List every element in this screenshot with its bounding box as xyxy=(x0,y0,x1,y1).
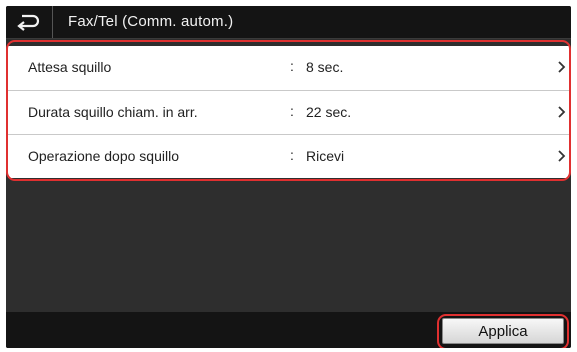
chevron-right-icon xyxy=(558,61,566,73)
device-screen: Fax/Tel (Comm. autom.) Attesa squillo : … xyxy=(6,6,571,348)
setting-separator: : xyxy=(290,147,294,163)
setting-row-incoming-ring-duration[interactable]: Durata squillo chiam. in arr. : 22 sec. xyxy=(8,90,569,134)
chevron-right-icon xyxy=(558,106,566,118)
setting-label: Durata squillo chiam. in arr. xyxy=(28,104,198,120)
setting-value: 22 sec. xyxy=(306,104,352,120)
setting-separator: : xyxy=(290,103,294,119)
setting-label: Attesa squillo xyxy=(28,59,112,75)
apply-button[interactable]: Applica xyxy=(442,318,564,344)
setting-separator: : xyxy=(290,58,294,74)
setting-value: 8 sec. xyxy=(306,59,344,75)
setting-label: Operazione dopo squillo xyxy=(28,148,179,164)
back-arrow-icon xyxy=(17,14,40,31)
setting-row-after-ring-action[interactable]: Operazione dopo squillo : Ricevi xyxy=(8,134,569,178)
setting-row-ring-wait[interactable]: Attesa squillo : 8 sec. xyxy=(8,46,569,89)
title-bar: Fax/Tel (Comm. autom.) xyxy=(6,6,571,39)
footer-bar: Applica xyxy=(6,312,571,348)
back-button[interactable] xyxy=(6,6,53,38)
chevron-right-icon xyxy=(558,150,566,162)
page-title: Fax/Tel (Comm. autom.) xyxy=(68,13,234,30)
setting-value: Ricevi xyxy=(306,148,345,164)
settings-list: Attesa squillo : 8 sec. Durata squillo c… xyxy=(6,40,571,181)
